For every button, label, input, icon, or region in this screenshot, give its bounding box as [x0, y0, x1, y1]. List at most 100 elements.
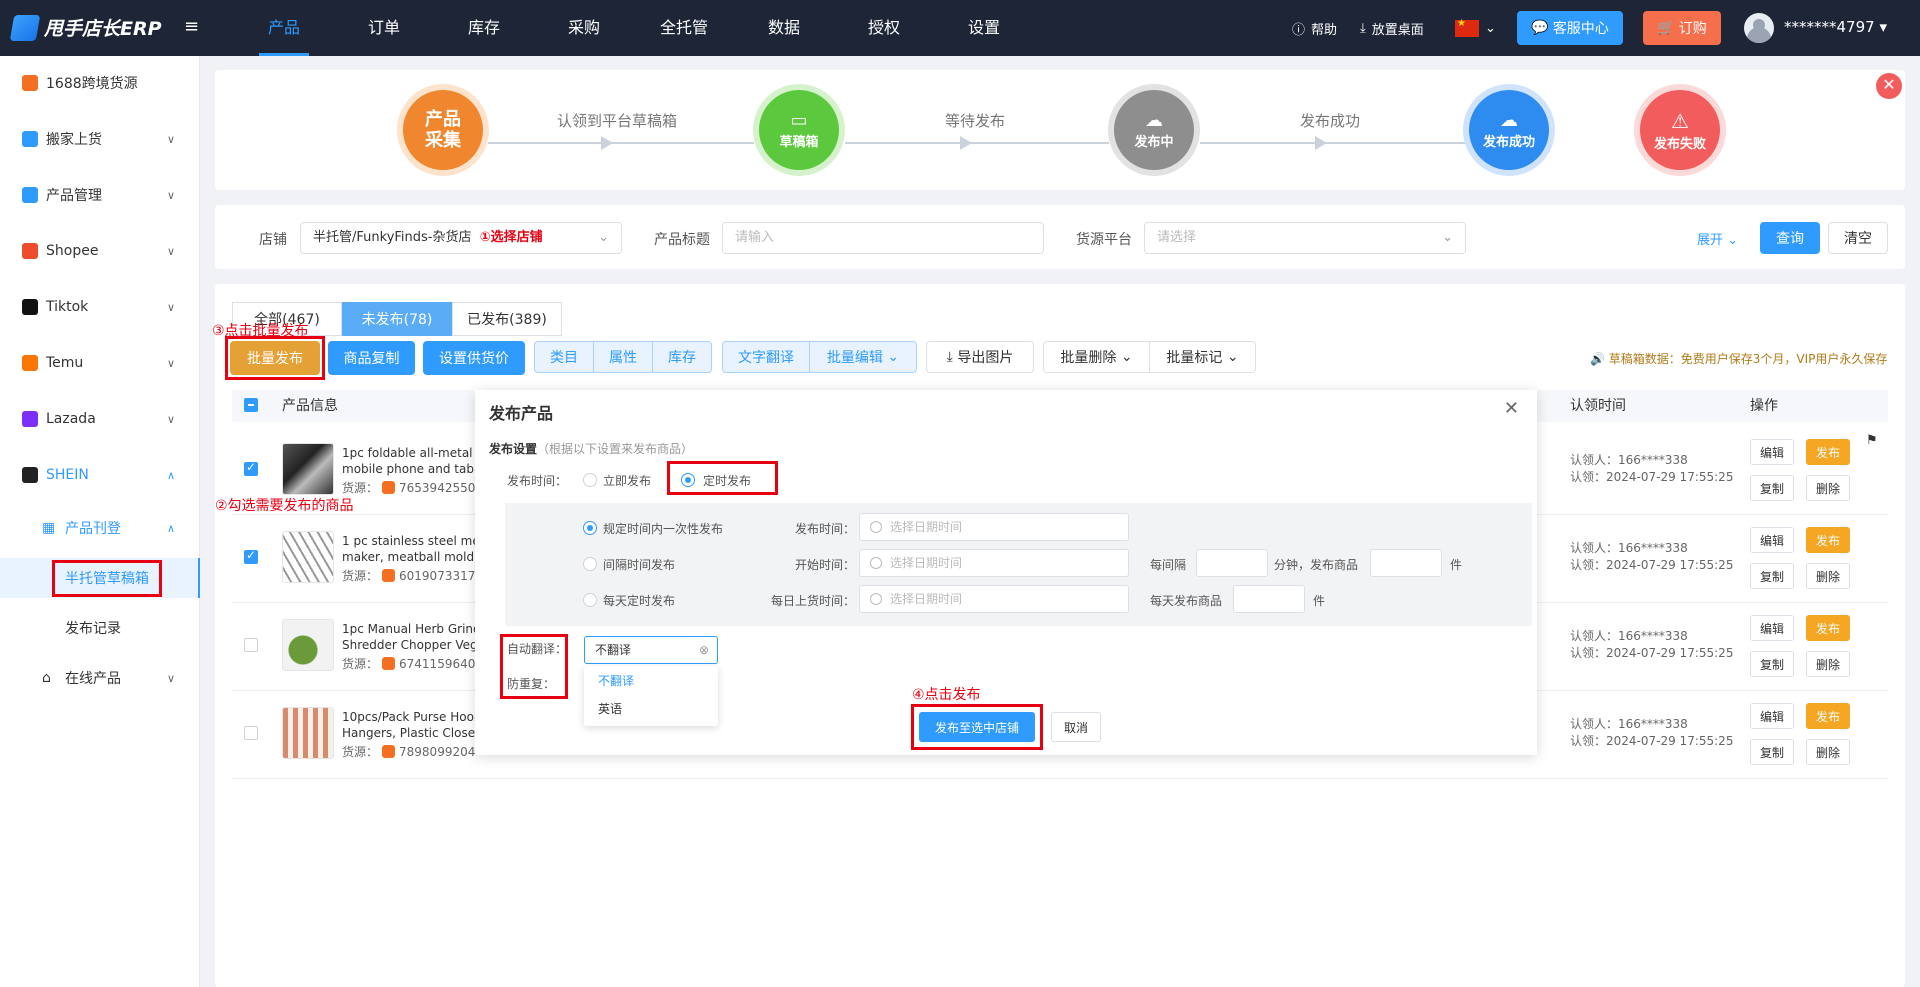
- dropdown-option[interactable]: 不翻译: [598, 672, 634, 689]
- product-image[interactable]: [282, 531, 334, 583]
- nav-purchase[interactable]: 采购: [534, 0, 634, 56]
- delete-button[interactable]: 删除: [1806, 475, 1850, 501]
- help-link[interactable]: ⓘ 帮助: [1292, 0, 1337, 56]
- language-selector[interactable]: ⌄: [1455, 0, 1496, 56]
- sidebar-item-online[interactable]: ⌂ 在线产品 ∨: [0, 658, 200, 698]
- step-draft[interactable]: ▭ 草稿箱: [759, 90, 839, 170]
- sidebar-item-1688[interactable]: 1688跨境货源: [0, 63, 200, 103]
- pub-time-input[interactable]: 选择日期时间: [859, 513, 1129, 541]
- sidebar-item-move[interactable]: 搬家上货 ∨: [0, 119, 200, 159]
- sidebar-item-shopee[interactable]: Shopee ∨: [0, 231, 200, 271]
- batch-mark-button[interactable]: 批量标记 ⌄: [1149, 341, 1256, 373]
- copy-button[interactable]: 复制: [1750, 739, 1794, 765]
- delete-button[interactable]: 删除: [1806, 651, 1850, 677]
- once-radio[interactable]: [583, 521, 597, 535]
- app-logo[interactable]: 甩手店长ERP: [9, 14, 162, 41]
- cancel-button[interactable]: 取消: [1051, 712, 1101, 742]
- title-input[interactable]: 请输入: [722, 222, 1044, 254]
- copy-button[interactable]: 复制: [1750, 651, 1794, 677]
- product-title[interactable]: 1pc Manual Herb Grinder Shredder Chopper …: [342, 621, 476, 653]
- sidebar-item-lazada[interactable]: Lazada ∨: [0, 399, 200, 439]
- username[interactable]: *******4797 ▾: [1784, 18, 1887, 36]
- tab-unpublished[interactable]: 未发布(78): [342, 302, 452, 336]
- publish-button[interactable]: 发布: [1806, 439, 1850, 465]
- daily-count-input[interactable]: [1233, 585, 1305, 613]
- row-checkbox[interactable]: [244, 638, 258, 652]
- sidebar-item-temu[interactable]: Temu ∨: [0, 343, 200, 383]
- tab-published[interactable]: 已发布(389): [452, 302, 562, 336]
- publish-button[interactable]: 发布: [1806, 615, 1850, 641]
- select-all-checkbox[interactable]: [244, 398, 258, 412]
- row-checkbox[interactable]: [244, 726, 258, 740]
- sidebar-item-publish-log[interactable]: 发布记录: [0, 608, 200, 648]
- export-image-button[interactable]: ⤓ 导出图片: [926, 341, 1034, 373]
- row-checkbox[interactable]: [244, 548, 258, 564]
- publish-now-radio[interactable]: [583, 473, 597, 487]
- batch-delete-button[interactable]: 批量删除 ⌄: [1043, 341, 1150, 373]
- edit-button[interactable]: 编辑: [1750, 615, 1794, 641]
- publish-button[interactable]: 发布: [1806, 703, 1850, 729]
- stock-button[interactable]: 库存: [652, 341, 712, 373]
- copy-product-button[interactable]: 商品复制: [328, 341, 415, 375]
- translate-button[interactable]: 文字翻译: [722, 341, 810, 373]
- nav-settings[interactable]: 设置: [934, 0, 1034, 56]
- interval-radio[interactable]: [583, 557, 597, 571]
- source-select[interactable]: 请选择 ⌄: [1144, 222, 1466, 254]
- expand-link[interactable]: 展开 ⌄: [1697, 229, 1738, 248]
- desktop-link[interactable]: ⤓ 放置桌面: [1360, 0, 1424, 56]
- sidebar-item-shein[interactable]: SHEIN ∧: [0, 455, 200, 495]
- publish-button[interactable]: 发布: [1806, 527, 1850, 553]
- translate-select[interactable]: 不翻译 ⊗: [584, 636, 718, 664]
- delete-button[interactable]: 删除: [1806, 739, 1850, 765]
- edit-button[interactable]: 编辑: [1750, 527, 1794, 553]
- sidebar-group-listing[interactable]: ▦ 产品刊登 ∧: [0, 508, 200, 548]
- row-checkbox[interactable]: [244, 460, 258, 476]
- product-title[interactable]: 10pcs/Pack Purse Hooks Hangers, Plastic C…: [342, 709, 476, 741]
- edit-button[interactable]: 编辑: [1750, 703, 1794, 729]
- product-image[interactable]: [282, 443, 334, 495]
- dropdown-option[interactable]: 英语: [598, 700, 622, 717]
- nav-product[interactable]: 产品: [234, 0, 334, 56]
- sidebar-label: 1688跨境货源: [46, 76, 138, 92]
- customer-service-button[interactable]: 💬 客服中心: [1517, 11, 1623, 45]
- step-success[interactable]: ☁ 发布成功: [1469, 90, 1549, 170]
- nav-order[interactable]: 订单: [334, 0, 434, 56]
- close-icon[interactable]: ✕: [1876, 73, 1902, 99]
- nav-auth[interactable]: 授权: [834, 0, 934, 56]
- query-button[interactable]: 查询: [1760, 222, 1820, 254]
- close-icon[interactable]: ✕: [1504, 398, 1519, 419]
- nav-inventory[interactable]: 库存: [434, 0, 534, 56]
- category-button[interactable]: 类目: [534, 341, 594, 373]
- product-title[interactable]: 1pc foldable all-metal 36 mobile phone an…: [342, 445, 476, 477]
- daily-radio[interactable]: [583, 593, 597, 607]
- sidebar-item-product-mgmt[interactable]: 产品管理 ∨: [0, 175, 200, 215]
- interval-count-input[interactable]: [1370, 549, 1442, 577]
- attribute-button[interactable]: 属性: [593, 341, 653, 373]
- title-line: Hangers, Plastic Closet I: [342, 726, 476, 740]
- nav-data[interactable]: 数据: [734, 0, 834, 56]
- menu-icon[interactable]: ≡: [184, 16, 199, 37]
- clear-icon[interactable]: ⊗: [699, 637, 709, 663]
- step-fail[interactable]: ⚠ 发布失败: [1640, 90, 1720, 170]
- copy-button[interactable]: 复制: [1750, 563, 1794, 589]
- nav-fully-managed[interactable]: 全托管: [634, 0, 734, 56]
- flag-icon[interactable]: ⚑: [1866, 433, 1878, 448]
- daily-time-input[interactable]: 选择日期时间: [859, 585, 1129, 613]
- sidebar-item-tiktok[interactable]: Tiktok ∨: [0, 287, 200, 327]
- step-publishing[interactable]: ☁ 发布中: [1114, 90, 1194, 170]
- start-time-input[interactable]: 选择日期时间: [859, 549, 1129, 577]
- product-image[interactable]: [282, 707, 334, 759]
- set-price-button[interactable]: 设置供货价: [423, 341, 525, 375]
- interval-minutes-input[interactable]: [1196, 549, 1268, 577]
- avatar[interactable]: [1744, 13, 1774, 43]
- product-image[interactable]: [282, 619, 334, 671]
- copy-button[interactable]: 复制: [1750, 475, 1794, 501]
- clear-button[interactable]: 清空: [1828, 222, 1888, 254]
- product-title[interactable]: 1 pc stainless steel meat maker, meatball…: [342, 533, 476, 565]
- edit-button[interactable]: 编辑: [1750, 439, 1794, 465]
- order-button[interactable]: 🛒 订购: [1643, 11, 1721, 45]
- step-collect[interactable]: 产品 采集: [403, 90, 483, 170]
- batch-edit-button[interactable]: 批量编辑 ⌄: [809, 341, 917, 373]
- shop-select[interactable]: 半托管/FunkyFinds-杂货店 ①选择店铺 ⌄: [300, 222, 622, 254]
- delete-button[interactable]: 删除: [1806, 563, 1850, 589]
